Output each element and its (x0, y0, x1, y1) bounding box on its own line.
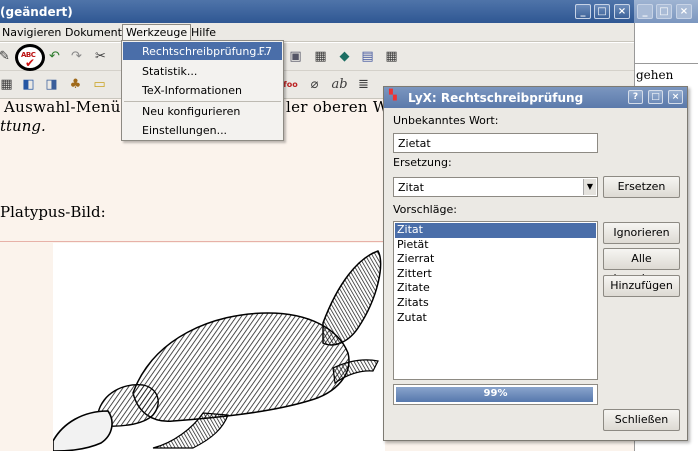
menu-item-einstellungen[interactable]: Einstellungen... (123, 121, 282, 139)
replacement-combobox[interactable]: Zitat ▼ (393, 177, 598, 197)
list-item[interactable]: Zitat (395, 223, 596, 238)
cut-icon[interactable]: ✂ (92, 48, 109, 65)
hinzufuegen-button-label: Hinzufügen (610, 279, 673, 292)
table-icon[interactable]: ▦ (0, 76, 15, 93)
bg-close-button[interactable]: × (676, 4, 692, 19)
dialog-title: LyX: Rechtschreibprüfung (408, 91, 584, 105)
toolbar-standard: ✎ ↶ ↷ ✂ ▣ ▦ ◆ ▤ ▦ (0, 43, 634, 71)
list-item[interactable]: Zittert (395, 267, 596, 282)
menu-item-neu-konfigurieren[interactable]: Neu konfigurieren (123, 102, 282, 120)
background-window-titlebar[interactable]: _ □ × (634, 0, 698, 23)
math-panel-icon[interactable]: ▤ (359, 48, 376, 65)
close-button[interactable]: × (614, 4, 630, 19)
outline-icon[interactable]: ◧ (20, 76, 37, 93)
list-item[interactable]: Zierrat (395, 252, 596, 267)
chevron-down-icon[interactable]: ▼ (583, 179, 596, 195)
view-icon[interactable]: ◨ (43, 76, 60, 93)
menu-item-label: Neu konfigurieren (142, 105, 241, 118)
spellcheck-dialog-titlebar[interactable]: ▚ LyX: Rechtschreibprüfung ? □ × (384, 87, 687, 108)
menu-item-shortcut: F7 (258, 45, 272, 58)
book-icon[interactable]: ◆ (336, 48, 353, 65)
ersetzen-button[interactable]: Ersetzen (603, 176, 680, 198)
document-text-line3: Platypus-Bild: (0, 203, 106, 221)
menu-dokument[interactable]: Dokument (65, 26, 122, 39)
insert-table-icon[interactable]: ▦ (312, 48, 329, 65)
ignorieren-button-label: Ignorieren (613, 226, 670, 239)
ersetzen-button-label: Ersetzen (617, 180, 666, 193)
list-item[interactable]: Pietät (395, 238, 596, 253)
table-panel-icon[interactable]: ▦ (383, 48, 400, 65)
tools-dropdown-menu: Rechtschreibprüfung... F7 Statistik... T… (121, 40, 284, 141)
maximize-button[interactable]: □ (594, 4, 610, 19)
main-window-titlebar[interactable]: (geändert) _ □ × (0, 0, 634, 23)
spellcheck-icon-check: ✔ (25, 56, 36, 70)
menubar: Navigieren Dokument Werkzeuge Hilfe (0, 23, 634, 42)
replacement-label: Ersetzung: (393, 156, 452, 169)
document-text-line1b: ler oberen W (286, 98, 389, 116)
menu-navigieren[interactable]: Navigieren (2, 26, 61, 39)
list-item[interactable]: Zutat (395, 311, 596, 326)
suggestions-label: Vorschläge: (393, 203, 457, 216)
paperclip-icon[interactable]: ⌀ (306, 76, 323, 93)
paste-icon[interactable]: ✎ (0, 48, 13, 65)
schliessen-button[interactable]: Schließen (603, 409, 680, 431)
schliessen-button-label: Schließen (614, 413, 669, 426)
progress-bar: 99% (393, 384, 598, 405)
replacement-value: Zitat (398, 181, 424, 194)
menu-item-rechtschreibpruefung[interactable]: Rechtschreibprüfung... F7 (123, 42, 282, 60)
hinzufuegen-button[interactable]: Hinzufügen (603, 275, 680, 297)
bg-minimize-button[interactable]: _ (637, 4, 653, 19)
background-window-text: gehen (636, 68, 674, 82)
menu-item-label: Rechtschreibprüfung... (142, 45, 267, 58)
menu-item-statistik[interactable]: Statistik... (123, 62, 282, 80)
unknown-word-field[interactable]: Zietat (393, 133, 598, 153)
insert-graphics-icon[interactable]: ▣ (287, 48, 304, 65)
bg-maximize-button[interactable]: □ (656, 4, 672, 19)
document-text-line1a: Auswahl-Menü a (4, 98, 135, 116)
dialog-help-button[interactable]: ? (628, 90, 643, 104)
menu-item-tex-informationen[interactable]: TeX-Informationen (123, 81, 282, 99)
platypus-image[interactable] (52, 243, 385, 452)
foo-icon[interactable]: foo (282, 76, 299, 93)
list-item[interactable]: Zitate (395, 281, 596, 296)
alle-ignorieren-button[interactable]: Alle ignorieren (603, 248, 680, 285)
progress-text: 99% (483, 388, 508, 399)
menu-werkzeuge[interactable]: Werkzeuge (122, 24, 192, 41)
dialog-maximize-button[interactable]: □ (648, 90, 663, 104)
platypus-drawing (52, 250, 382, 452)
people-icon[interactable]: ♣ (67, 76, 84, 93)
list-item[interactable]: Zitats (395, 296, 596, 311)
suggestions-list[interactable]: Zitat Pietät Zierrat Zittert Zitate Zita… (393, 221, 598, 380)
ignorieren-button[interactable]: Ignorieren (603, 222, 680, 244)
unknown-word-label: Unbekanntes Wort: (393, 114, 499, 127)
document-text-line2: ttung. (0, 117, 46, 135)
folder-icon[interactable]: ▭ (91, 76, 108, 93)
minimize-button[interactable]: _ (575, 4, 591, 19)
undo-icon[interactable]: ↶ (46, 48, 63, 65)
menu-item-label: Einstellungen... (142, 124, 228, 137)
background-window-divider (634, 63, 698, 64)
menu-item-label: TeX-Informationen (142, 84, 242, 97)
paragraph-icon[interactable]: ≣ (355, 76, 372, 93)
menu-hilfe[interactable]: Hilfe (191, 26, 216, 39)
redo-icon[interactable]: ↷ (68, 48, 85, 65)
menu-item-label: Statistik... (142, 65, 198, 78)
dialog-close-button[interactable]: × (668, 90, 683, 104)
window-title: (geändert) (0, 5, 73, 19)
lyx-logo-icon: ▚ (389, 90, 397, 101)
text-style-icon[interactable]: ab (331, 76, 348, 93)
